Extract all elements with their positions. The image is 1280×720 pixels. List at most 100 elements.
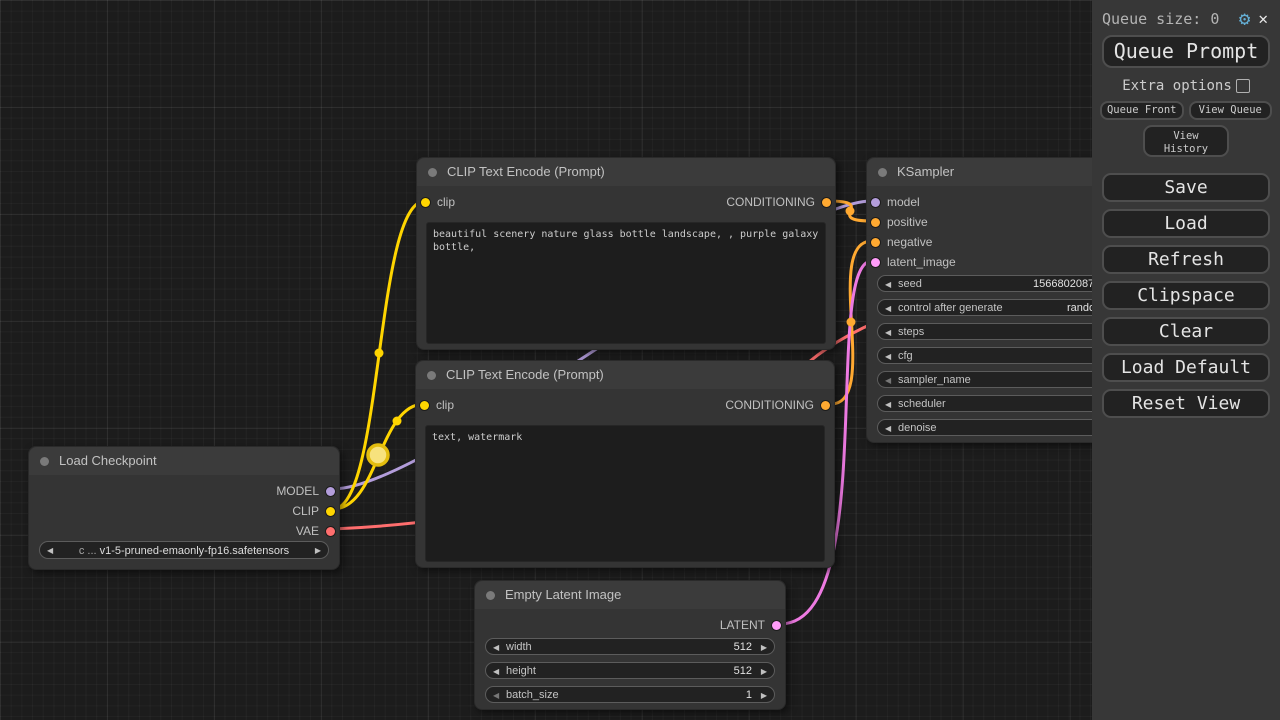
increment-icon[interactable]: ▶	[761, 687, 767, 702]
extra-options-checkbox[interactable]	[1235, 79, 1250, 93]
output-slot-latent[interactable]: LATENT	[475, 615, 785, 635]
view-queue-button[interactable]: View Queue	[1188, 101, 1272, 120]
node-clip-text-encode-positive[interactable]: CLIP Text Encode (Prompt) clip CONDITION…	[416, 157, 836, 350]
link-dot	[392, 416, 402, 426]
decrement-icon[interactable]: ◀	[493, 663, 499, 678]
widget-label: sampler_name	[898, 374, 971, 386]
decrement-icon[interactable]: ◀	[885, 300, 891, 315]
widget-label: width	[506, 641, 532, 653]
increment-icon[interactable]: ▶	[761, 663, 767, 678]
node-title: KSampler	[897, 164, 955, 179]
link-dot	[845, 206, 855, 216]
widget-label: steps	[898, 326, 925, 338]
settings-gear-icon[interactable]: ⚙	[1239, 10, 1250, 29]
output-slot-conditioning[interactable]: CONDITIONING	[416, 395, 834, 415]
load-default-button[interactable]: Load Default	[1102, 353, 1270, 382]
queue-size-value: 0	[1210, 10, 1220, 28]
output-slot-clip[interactable]: CLIP	[29, 501, 339, 521]
slot-label: LATENT	[719, 618, 765, 632]
queue-front-button[interactable]: Queue Front	[1100, 101, 1184, 120]
slot-label: positive	[887, 215, 928, 229]
decrement-icon[interactable]: ◀	[885, 276, 891, 291]
node-title: CLIP Text Encode (Prompt)	[447, 164, 605, 179]
slot-dot-conditioning[interactable]	[822, 197, 831, 207]
height-widget[interactable]: ◀ height 512 ▶	[485, 662, 775, 679]
node-title: CLIP Text Encode (Prompt)	[446, 367, 604, 382]
collapse-dot-icon[interactable]	[427, 371, 436, 380]
slot-dot-vae[interactable]	[326, 526, 335, 536]
clipspace-button[interactable]: Clipspace	[1102, 281, 1270, 310]
slot-label: CLIP	[292, 504, 319, 518]
decrement-icon[interactable]: ◀	[493, 639, 499, 654]
decrement-icon[interactable]: ◀	[493, 687, 499, 702]
decrement-icon[interactable]: ◀	[885, 372, 891, 387]
prompt-text-input[interactable]: beautiful scenery nature glass bottle la…	[426, 222, 826, 344]
ckpt-name-widget[interactable]: ◀ c ... v1-5-pruned-emaonly-fp16.safeten…	[39, 541, 329, 559]
collapse-dot-icon[interactable]	[428, 168, 437, 177]
slot-dot-conditioning[interactable]	[871, 237, 880, 247]
slot-dot-latent[interactable]	[871, 257, 880, 267]
load-button[interactable]: Load	[1102, 209, 1270, 238]
slot-label: latent_image	[887, 255, 956, 269]
slot-row: clip CONDITIONING	[416, 395, 834, 415]
node-title-bar[interactable]: Load Checkpoint	[29, 447, 339, 475]
decrement-icon[interactable]: ◀	[885, 420, 891, 435]
widget-label: scheduler	[898, 398, 946, 410]
slot-dot-conditioning[interactable]	[871, 217, 880, 227]
refresh-button[interactable]: Refresh	[1102, 245, 1270, 274]
node-empty-latent-image[interactable]: Empty Latent Image LATENT ◀ width 512 ▶ …	[474, 580, 786, 710]
slot-label: negative	[887, 235, 933, 249]
slot-dot-model[interactable]	[871, 197, 880, 207]
prompt-text-input[interactable]: text, watermark	[425, 425, 825, 562]
node-title-bar[interactable]: CLIP Text Encode (Prompt)	[417, 158, 835, 186]
node-title: Load Checkpoint	[59, 453, 157, 468]
slot-label: CONDITIONING	[726, 195, 815, 209]
extra-options-label: Extra options	[1122, 78, 1232, 94]
widget-value: 512	[733, 641, 752, 653]
queue-size-label: Queue size: 0	[1102, 10, 1220, 28]
widget-value: 512	[733, 665, 752, 677]
slot-dot-clip[interactable]	[326, 506, 335, 516]
width-widget[interactable]: ◀ width 512 ▶	[485, 638, 775, 655]
node-graph-canvas[interactable]: Load Checkpoint MODEL CLIP VAE ◀ c ... v…	[0, 0, 1280, 720]
decrement-icon[interactable]: ◀	[885, 324, 891, 339]
view-history-button[interactable]: View History	[1143, 125, 1229, 157]
close-icon[interactable]: ✕	[1258, 11, 1268, 27]
collapse-dot-icon[interactable]	[40, 457, 49, 466]
slot-dot-latent[interactable]	[772, 620, 781, 630]
slot-label: model	[887, 195, 920, 209]
node-title: Empty Latent Image	[505, 587, 622, 602]
decrement-icon[interactable]: ◀	[885, 348, 891, 363]
extra-options-row: Extra options	[1092, 77, 1280, 95]
clear-button[interactable]: Clear	[1102, 317, 1270, 346]
slot-dot-conditioning[interactable]	[821, 400, 830, 410]
collapse-dot-icon[interactable]	[486, 591, 495, 600]
node-load-checkpoint[interactable]: Load Checkpoint MODEL CLIP VAE ◀ c ... v…	[28, 446, 340, 570]
decrement-icon[interactable]: ◀	[885, 396, 891, 411]
node-title-bar[interactable]: Empty Latent Image	[475, 581, 785, 609]
output-slot-conditioning[interactable]: CONDITIONING	[417, 192, 835, 212]
prev-option-icon[interactable]: ◀	[47, 542, 53, 558]
widget-label: c ...	[78, 545, 97, 557]
link-junction-dot[interactable]	[366, 443, 390, 467]
node-clip-text-encode-negative[interactable]: CLIP Text Encode (Prompt) clip CONDITION…	[415, 360, 835, 568]
widget-label: height	[506, 665, 536, 677]
increment-icon[interactable]: ▶	[761, 639, 767, 654]
slot-label: MODEL	[276, 484, 319, 498]
widget-value: 1566802087	[1033, 278, 1095, 290]
widget-label: control after generate	[898, 302, 1003, 314]
slot-row: clip CONDITIONING	[417, 192, 835, 212]
slot-dot-model[interactable]	[326, 486, 335, 496]
widget-label: batch_size	[506, 689, 559, 701]
collapse-dot-icon[interactable]	[878, 168, 887, 177]
link-dot	[374, 348, 384, 358]
link-dot	[846, 317, 856, 327]
output-slot-vae[interactable]: VAE	[29, 521, 339, 541]
batch-size-widget[interactable]: ◀ batch_size 1 ▶	[485, 686, 775, 703]
output-slot-model[interactable]: MODEL	[29, 481, 339, 501]
reset-view-button[interactable]: Reset View	[1102, 389, 1270, 418]
queue-prompt-button[interactable]: Queue Prompt	[1102, 35, 1270, 68]
node-title-bar[interactable]: CLIP Text Encode (Prompt)	[416, 361, 834, 389]
save-button[interactable]: Save	[1102, 173, 1270, 202]
next-option-icon[interactable]: ▶	[315, 542, 321, 558]
